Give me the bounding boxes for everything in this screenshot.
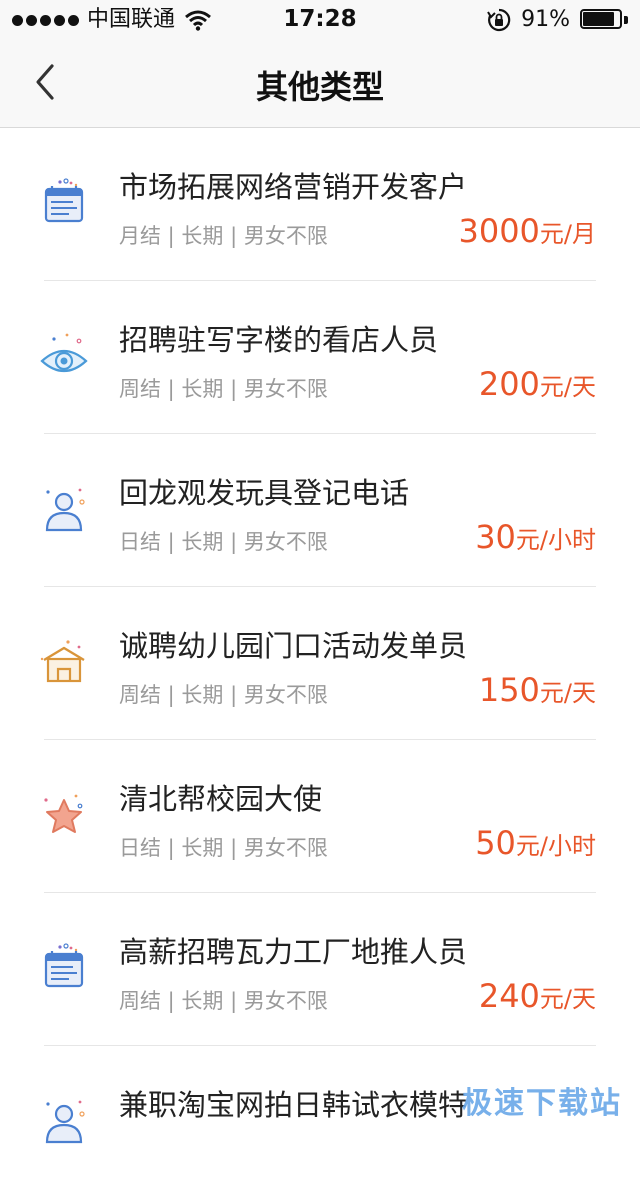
job-list-item[interactable]: 招聘驻写字楼的看店人员周结 | 长期 | 男女不限 200元/天 (40, 281, 596, 434)
job-meta: 周结 | 长期 | 男女不限 (119, 683, 328, 707)
job-list-item[interactable]: 诚聘幼儿园门口活动发单员周结 | 长期 | 男女不限 150元/天 (40, 587, 596, 740)
calendar-icon (36, 941, 92, 997)
job-title: 高薪招聘瓦力工厂地推人员 (119, 935, 468, 969)
job-pay: 150元/天 (479, 671, 596, 709)
job-meta: 周结 | 长期 | 男女不限 (119, 377, 328, 401)
job-title: 清北帮校园大使 (119, 782, 323, 816)
pay-unit: 元/天 (539, 373, 596, 401)
person-icon (36, 482, 92, 538)
battery-icon (580, 8, 628, 31)
job-title: 市场拓展网络营销开发客户 (119, 170, 468, 204)
job-list-item[interactable]: 清北帮校园大使日结 | 长期 | 男女不限 50元/小时 (44, 740, 596, 893)
job-list-item[interactable]: 回龙观发玩具登记电话日结 | 长期 | 男女不限 30元/小时 (44, 434, 596, 587)
pay-amount: 30 (475, 518, 516, 556)
job-meta: 周结 | 长期 | 男女不限 (119, 989, 328, 1013)
status-bar: 中国联通 17:28 91% (0, 0, 640, 40)
job-meta: 月结 | 长期 | 男女不限 (119, 224, 328, 248)
pay-unit: 元/天 (539, 985, 596, 1013)
calendar-icon (36, 176, 92, 232)
star-icon (36, 788, 92, 844)
pay-amount: 50 (475, 824, 516, 862)
job-pay: 50元/小时 (475, 824, 596, 862)
job-list-item[interactable]: 市场拓展网络营销开发客户月结 | 长期 | 男女不限 3000元/月 (44, 128, 596, 281)
pay-amount: 150 (478, 671, 540, 709)
pay-amount: 240 (478, 977, 540, 1015)
job-title: 兼职淘宝网拍日韩试衣模特 (119, 1088, 468, 1122)
job-list: 市场拓展网络营销开发客户月结 | 长期 | 男女不限 3000元/月 招聘驻写字楼… (0, 128, 640, 1198)
eye-icon (36, 329, 92, 385)
pay-unit: 元/天 (539, 679, 596, 707)
job-pay: 240元/天 (479, 977, 596, 1015)
pay-unit: 元/小时 (515, 526, 596, 554)
watermark: 极速下载站 (462, 1086, 622, 1121)
navigation-bar: 其他类型 (0, 40, 640, 128)
job-meta: 日结 | 长期 | 男女不限 (119, 836, 328, 860)
pay-amount: 200 (478, 365, 540, 403)
pay-unit: 元/小时 (515, 832, 596, 860)
person-icon (36, 1094, 92, 1150)
job-meta: 日结 | 长期 | 男女不限 (119, 530, 328, 554)
house-icon (36, 635, 92, 691)
pay-unit: 元/月 (539, 220, 596, 248)
job-pay: 200元/天 (479, 365, 596, 403)
status-right: 91% (487, 7, 628, 32)
job-list-item[interactable]: 高薪招聘瓦力工厂地推人员周结 | 长期 | 男女不限 240元/天 (44, 893, 596, 1046)
orientation-lock-icon (487, 8, 511, 31)
job-pay: 30元/小时 (475, 518, 596, 556)
pay-amount: 3000 (458, 212, 540, 250)
job-title: 招聘驻写字楼的看店人员 (119, 323, 439, 357)
page-title: 其他类型 (255, 68, 384, 106)
job-pay: 3000元/月 (458, 212, 596, 250)
job-title: 诚聘幼儿园门口活动发单员 (119, 629, 468, 663)
battery-percent: 91% (521, 7, 570, 32)
job-list-item[interactable]: 兼职淘宝网拍日韩试衣模特 (44, 1046, 596, 1198)
job-title: 回龙观发玩具登记电话 (119, 476, 410, 510)
